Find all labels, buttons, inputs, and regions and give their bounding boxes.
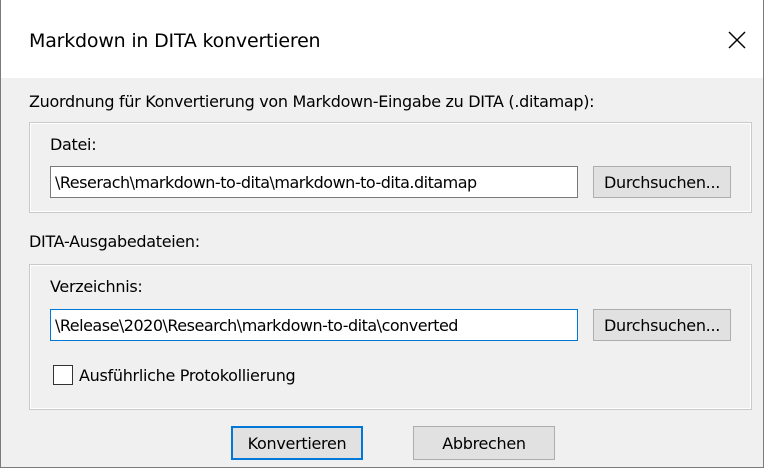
directory-field-label: Verzeichnis: [50,277,143,296]
browse-directory-button[interactable]: Durchsuchen... [593,309,731,341]
output-directory-input[interactable] [50,309,578,341]
title-bar: Markdown in DITA konvertieren [1,0,763,78]
mapping-section-label: Zuordnung für Konvertierung von Markdown… [29,92,595,111]
verbose-logging-option[interactable]: Ausführliche Protokollierung [53,365,296,385]
cancel-button[interactable]: Abbrechen [413,426,555,460]
file-field-label: Datei: [50,135,97,154]
output-group: Verzeichnis: Durchsuchen... Ausführliche… [29,264,752,410]
convert-dialog: Markdown in DITA konvertieren Zuordnung … [0,0,764,468]
dialog-title: Markdown in DITA konvertieren [29,30,321,52]
browse-file-button[interactable]: Durchsuchen... [593,166,731,198]
file-path-input[interactable] [50,166,578,198]
verbose-logging-checkbox[interactable] [53,365,73,385]
output-section-label: DITA-Ausgabedateien: [29,232,200,251]
convert-button[interactable]: Konvertieren [231,426,363,460]
close-button[interactable] [717,20,757,60]
verbose-logging-label: Ausführliche Protokollierung [79,365,296,385]
mapping-group: Datei: Durchsuchen... [29,122,752,213]
close-icon [728,31,746,49]
